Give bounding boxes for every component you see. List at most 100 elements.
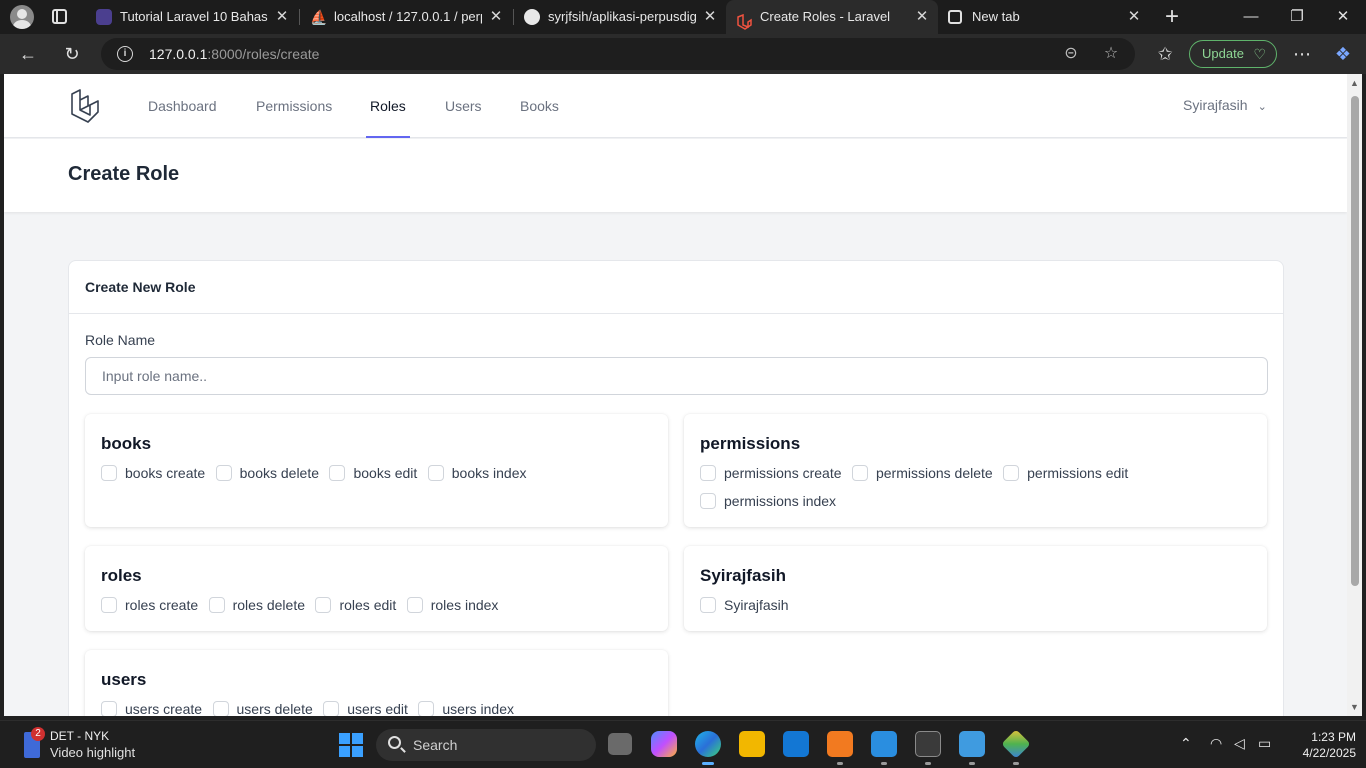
permission-label: permissions delete	[875, 465, 993, 481]
permission-checkbox[interactable]	[208, 597, 225, 613]
close-window-button[interactable]: ✕	[1320, 0, 1366, 34]
vscode-icon[interactable]	[871, 731, 897, 757]
browser-tab-2[interactable]: ⛵ localhost / 127.0.0.1 / perpus ✕	[300, 0, 512, 34]
update-button[interactable]: Update ♡	[1189, 40, 1277, 68]
browser-tab-4[interactable]: Create Roles - Laravel ✕	[726, 0, 938, 34]
permission-checkbox[interactable]	[315, 597, 332, 613]
widget-subtitle[interactable]: Video highlight	[50, 745, 135, 760]
permission-permissions-index[interactable]: permissions index	[700, 492, 836, 520]
address-bar[interactable]: i 127.0.0.1:8000/roles/create ⊝ ☆	[101, 38, 1135, 70]
permission-permissions-delete[interactable]: permissions delete	[851, 464, 993, 492]
scroll-up-arrow-icon[interactable]: ▲	[1349, 78, 1360, 88]
permission-users-delete[interactable]: users delete	[212, 700, 313, 716]
notepad-icon[interactable]	[959, 731, 985, 757]
page-viewport: Dashboard Permissions Roles Users Books …	[4, 74, 1347, 716]
permission-roles-index[interactable]: roles index	[406, 596, 498, 624]
close-icon[interactable]: ✕	[702, 0, 718, 34]
permission-checkbox[interactable]	[700, 493, 716, 509]
permission-users-create[interactable]: users create	[101, 700, 202, 716]
minimize-button[interactable]: —	[1228, 0, 1274, 34]
permission-users-index[interactable]: users index	[418, 700, 514, 716]
role-name-input[interactable]	[85, 357, 1268, 395]
nav-permissions[interactable]: Permissions	[256, 74, 332, 138]
permission-checkbox[interactable]	[212, 701, 229, 716]
permission-books-delete[interactable]: books delete	[215, 464, 319, 492]
browser-tab-5[interactable]: New tab ✕	[938, 0, 1150, 34]
permission-checkbox[interactable]	[215, 465, 232, 481]
nav-dashboard[interactable]: Dashboard	[148, 74, 217, 138]
new-tab-button[interactable]: +	[1161, 3, 1183, 31]
terminal-icon[interactable]	[915, 731, 941, 757]
close-icon[interactable]: ✕	[488, 0, 504, 34]
widget-title[interactable]: DET - NYK	[50, 729, 109, 743]
reading-mode-icon[interactable]: ⊝	[1061, 44, 1081, 64]
permission-group-roles: roles roles create roles delete roles ed…	[85, 546, 668, 631]
permission-checkbox[interactable]	[323, 701, 340, 716]
permission-checkbox[interactable]	[1003, 465, 1020, 481]
permission-books-create[interactable]: books create	[101, 464, 205, 492]
permission-checkbox[interactable]	[406, 597, 423, 613]
permission-roles-edit[interactable]: roles edit	[315, 596, 396, 624]
permission-permissions-edit[interactable]: permissions edit	[1003, 464, 1128, 492]
scroll-down-arrow-icon[interactable]: ▼	[1349, 702, 1360, 712]
taskbar-search[interactable]: Search	[376, 729, 596, 761]
task-view-icon[interactable]	[608, 733, 632, 755]
outlook-icon[interactable]	[783, 731, 809, 757]
close-icon[interactable]: ✕	[914, 0, 930, 34]
refresh-icon[interactable]: ↻	[60, 42, 84, 66]
favorite-star-icon[interactable]: ☆	[1101, 44, 1121, 64]
laravel-logo-icon[interactable]	[68, 88, 104, 124]
permission-roles-delete[interactable]: roles delete	[208, 596, 305, 624]
windows-start-icon[interactable]	[339, 733, 363, 757]
page-scrollbar[interactable]: ▲ ▼	[1347, 74, 1362, 716]
scrollbar-thumb[interactable]	[1351, 96, 1359, 586]
running-app-indicator	[969, 762, 975, 765]
edge-browser-icon[interactable]	[695, 731, 721, 757]
permission-checkbox[interactable]	[427, 465, 444, 481]
permission-books-index[interactable]: books index	[427, 464, 526, 492]
system-clock[interactable]: 1:23 PM 4/22/2025	[1290, 729, 1356, 761]
permission-checkbox[interactable]	[329, 465, 346, 481]
permission-checkbox[interactable]	[851, 465, 868, 481]
permission-group-title: users	[101, 670, 147, 689]
nav-roles[interactable]: Roles	[366, 74, 410, 138]
permission-permissions-create[interactable]: permissions create	[700, 464, 842, 492]
permission-syirajfasih[interactable]: Syirajfasih	[700, 596, 789, 624]
user-menu-dropdown[interactable]: Syirajfasih ⌄	[1183, 74, 1267, 138]
permission-checkbox[interactable]	[700, 597, 716, 613]
file-explorer-icon[interactable]	[739, 731, 765, 757]
permission-checkbox[interactable]	[700, 465, 716, 481]
permission-checkbox[interactable]	[101, 701, 117, 716]
permission-label: roles create	[125, 597, 199, 613]
back-arrow-icon[interactable]: ←	[16, 42, 40, 66]
volume-icon[interactable]: ◁	[1234, 735, 1245, 752]
profile-avatar-icon[interactable]	[10, 5, 34, 29]
nav-users[interactable]: Users	[445, 74, 482, 138]
nav-books[interactable]: Books	[520, 74, 559, 138]
permission-label: users index	[442, 701, 514, 716]
url-text[interactable]: 127.0.0.1:8000/roles/create	[149, 38, 319, 70]
permission-checkbox[interactable]	[418, 701, 435, 716]
battery-icon[interactable]: ▭	[1258, 735, 1271, 752]
site-info-icon[interactable]: i	[117, 46, 133, 62]
restore-button[interactable]: ❐	[1274, 0, 1320, 34]
permission-users-edit[interactable]: users edit	[323, 700, 408, 716]
tab-actions-icon[interactable]	[52, 9, 67, 24]
copilot-icon[interactable]: ❖	[1331, 42, 1355, 66]
more-options-icon[interactable]: ⋯	[1290, 42, 1314, 66]
wifi-icon[interactable]: ◠	[1210, 735, 1222, 752]
permission-books-edit[interactable]: books edit	[329, 464, 417, 492]
browser-tab-3[interactable]: syrjfsih/aplikasi-perpusdigita ✕	[514, 0, 726, 34]
chevron-up-icon[interactable]: ⌃	[1180, 735, 1192, 752]
browser-tab-1[interactable]: Tutorial Laravel 10 Bahasa In ✕	[86, 0, 298, 34]
permission-checkbox[interactable]	[101, 597, 117, 613]
close-icon[interactable]: ✕	[274, 0, 290, 34]
favorites-icon[interactable]: ✩	[1153, 42, 1177, 66]
xampp-icon[interactable]	[827, 731, 853, 757]
copilot-app-icon[interactable]	[651, 731, 677, 757]
permission-checkbox[interactable]	[101, 465, 117, 481]
permission-roles-create[interactable]: roles create	[101, 596, 198, 624]
close-icon[interactable]: ✕	[1126, 0, 1142, 34]
app-navigation: Dashboard Permissions Roles Users Books …	[4, 74, 1347, 138]
git-client-icon[interactable]	[1001, 729, 1031, 759]
